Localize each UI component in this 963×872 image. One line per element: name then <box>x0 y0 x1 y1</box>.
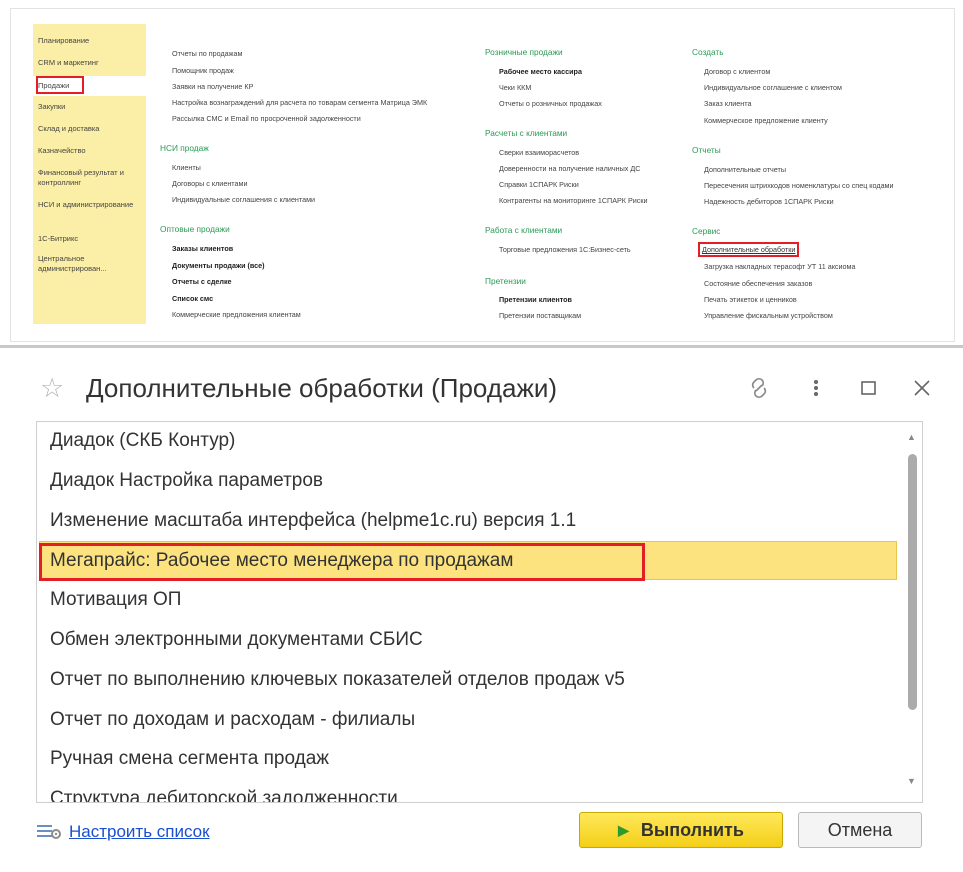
panel-frame <box>10 8 955 342</box>
sidebar: Планирование CRM и маркетинг Продажи Зак… <box>33 24 146 324</box>
list-settings-icon <box>36 823 62 841</box>
link-create-order[interactable]: Заказ клиента <box>704 99 751 108</box>
scroll-thumb[interactable] <box>908 454 917 710</box>
section-claims: Претензии <box>485 276 526 286</box>
link-sms-list[interactable]: Список смс <box>172 294 213 303</box>
more-icon[interactable] <box>812 377 820 405</box>
link-deal-reports[interactable]: Отчеты с сделке <box>172 277 232 286</box>
cancel-button[interactable]: Отмена <box>798 812 922 848</box>
list-item[interactable]: Диадок Настройка параметров <box>50 470 323 492</box>
section-create: Создать <box>692 47 724 57</box>
link-additional-reports[interactable]: Дополнительные отчеты <box>704 165 786 174</box>
additional-processing-dialog: ☆ Дополнительные обработки (Продажи) Диа… <box>0 351 963 872</box>
scroll-down-icon[interactable]: ▼ <box>907 776 916 786</box>
link-label-printing[interactable]: Печать этикеток и ценников <box>704 295 797 304</box>
link-fiscal-device[interactable]: Управление фискальным устройством <box>704 311 833 320</box>
sidebar-item-central-admin[interactable]: Центральное администрирован... <box>38 254 140 274</box>
link-spark-monitoring[interactable]: Контрагенты на мониторинге 1СПАРК Риски <box>499 196 648 205</box>
link-create-contract[interactable]: Договор с клиентом <box>704 67 770 76</box>
link-supplier-claims[interactable]: Претензии поставщикам <box>499 311 581 320</box>
sidebar-item-warehouse[interactable]: Склад и доставка <box>38 124 140 134</box>
link-clients[interactable]: Клиенты <box>172 163 201 172</box>
run-button-label: Выполнить <box>640 819 744 840</box>
sidebar-item-planning[interactable]: Планирование <box>38 36 140 46</box>
link-barcode-intersections[interactable]: Пересечения штрихкодов номенклатуры со с… <box>704 181 894 190</box>
section-client-settlements: Расчеты с клиентами <box>485 128 568 138</box>
maximize-icon[interactable] <box>860 379 878 403</box>
list-item[interactable]: Отчет по выполнению ключевых показателей… <box>50 669 625 691</box>
run-button[interactable]: ▶ Выполнить <box>579 812 783 848</box>
section-reports: Отчеты <box>692 145 721 155</box>
list-scrollbar[interactable]: ▲ ▼ <box>906 432 918 794</box>
configure-list-link[interactable]: Настроить список <box>36 822 210 842</box>
star-icon[interactable]: ☆ <box>40 373 64 404</box>
sidebar-item-nsi[interactable]: НСИ и администрирование <box>38 200 140 210</box>
list-item[interactable]: Изменение масштаба интерфейса (helpme1c.… <box>50 510 576 532</box>
link-retail-reports[interactable]: Отчеты о розничных продажах <box>499 99 602 108</box>
link-kr-requests[interactable]: Заявки на получение КР <box>172 82 253 91</box>
link-order-provision[interactable]: Состояние обеспечения заказов <box>704 279 812 288</box>
link-trade-offers[interactable]: Торговые предложения 1С:Бизнес-сеть <box>499 245 631 254</box>
link-debtor-reliability[interactable]: Надежность дебиторов 1СПАРК Риски <box>704 197 834 206</box>
list-item[interactable]: Мотивация ОП <box>50 589 181 611</box>
link-icon[interactable] <box>746 377 772 405</box>
list-item[interactable]: Структура дебиторской задолженности <box>50 788 398 802</box>
link-client-claims[interactable]: Претензии клиентов <box>499 295 572 304</box>
section-nsi-sales: НСИ продаж <box>160 143 209 153</box>
list-item[interactable]: Отчет по доходам и расходам - филиалы <box>50 709 415 731</box>
sidebar-item-treasury[interactable]: Казначейство <box>38 146 140 156</box>
sidebar-item-crm[interactable]: CRM и маркетинг <box>38 58 140 68</box>
sidebar-item-finance[interactable]: Финансовый результат и контроллинг <box>38 168 140 188</box>
play-icon: ▶ <box>618 821 629 838</box>
link-reward-settings[interactable]: Настройка вознаграждений для расчета по … <box>172 98 427 107</box>
link-cash-powers[interactable]: Доверенности на получение наличных ДС <box>499 164 640 173</box>
processing-list[interactable]: Диадок (СКБ Контур) Диадок Настройка пар… <box>36 421 923 803</box>
link-create-offer[interactable]: Коммерческое предложение клиенту <box>704 116 828 125</box>
link-spark-certificates[interactable]: Справки 1СПАРК Риски <box>499 180 579 189</box>
scroll-up-icon[interactable]: ▲ <box>907 432 916 442</box>
list-item[interactable]: Ручная смена сегмента продаж <box>50 748 329 770</box>
sidebar-item-purchases[interactable]: Закупки <box>38 102 140 112</box>
list-item[interactable]: Обмен электронными документами СБИС <box>50 629 423 651</box>
link-additional-processing[interactable]: Дополнительные обработки <box>698 242 800 257</box>
dialog-title: Дополнительные обработки (Продажи) <box>86 373 558 403</box>
selected-highlight-frame <box>39 543 645 581</box>
link-terasoft-import[interactable]: Загрузка накладных терасофт УТ 11 аксиом… <box>704 262 855 271</box>
sales-section-panel: Планирование CRM и маркетинг Продажи Зак… <box>0 0 963 348</box>
link-sales-documents[interactable]: Документы продажи (все) <box>172 261 265 270</box>
link-client-agreements[interactable]: Индивидуальные соглашения с клиентами <box>172 195 315 204</box>
link-client-contracts[interactable]: Договоры с клиентами <box>172 179 247 188</box>
section-client-work: Работа с клиентами <box>485 225 563 235</box>
link-sales-assistant[interactable]: Помощник продаж <box>172 66 234 75</box>
link-sales-reports[interactable]: Отчеты по продажам <box>172 49 242 58</box>
link-sms-mailing[interactable]: Рассылка СМС и Email по просроченной зад… <box>172 114 361 123</box>
link-cashier-workplace[interactable]: Рабочее место кассира <box>499 67 582 76</box>
close-icon[interactable] <box>912 378 932 404</box>
link-create-agreement[interactable]: Индивидуальное соглашение с клиентом <box>704 83 842 92</box>
configure-list-label[interactable]: Настроить список <box>69 822 210 842</box>
section-retail: Розничные продажи <box>485 47 563 57</box>
link-client-orders[interactable]: Заказы клиентов <box>172 244 233 253</box>
cancel-button-label: Отмена <box>827 819 893 840</box>
section-wholesale: Оптовые продажи <box>160 224 230 234</box>
link-kkm-checks[interactable]: Чеки ККМ <box>499 83 531 92</box>
link-reconciliation[interactable]: Сверки взаиморасчетов <box>499 148 579 157</box>
link-commercial-offers[interactable]: Коммерческие предложения клиентам <box>172 310 301 319</box>
sidebar-item-bitrix[interactable]: 1С-Битрикс <box>38 234 140 244</box>
section-service: Сервис <box>692 226 721 236</box>
sales-highlight-frame <box>36 76 84 94</box>
list-item[interactable]: Диадок (СКБ Контур) <box>50 430 235 452</box>
